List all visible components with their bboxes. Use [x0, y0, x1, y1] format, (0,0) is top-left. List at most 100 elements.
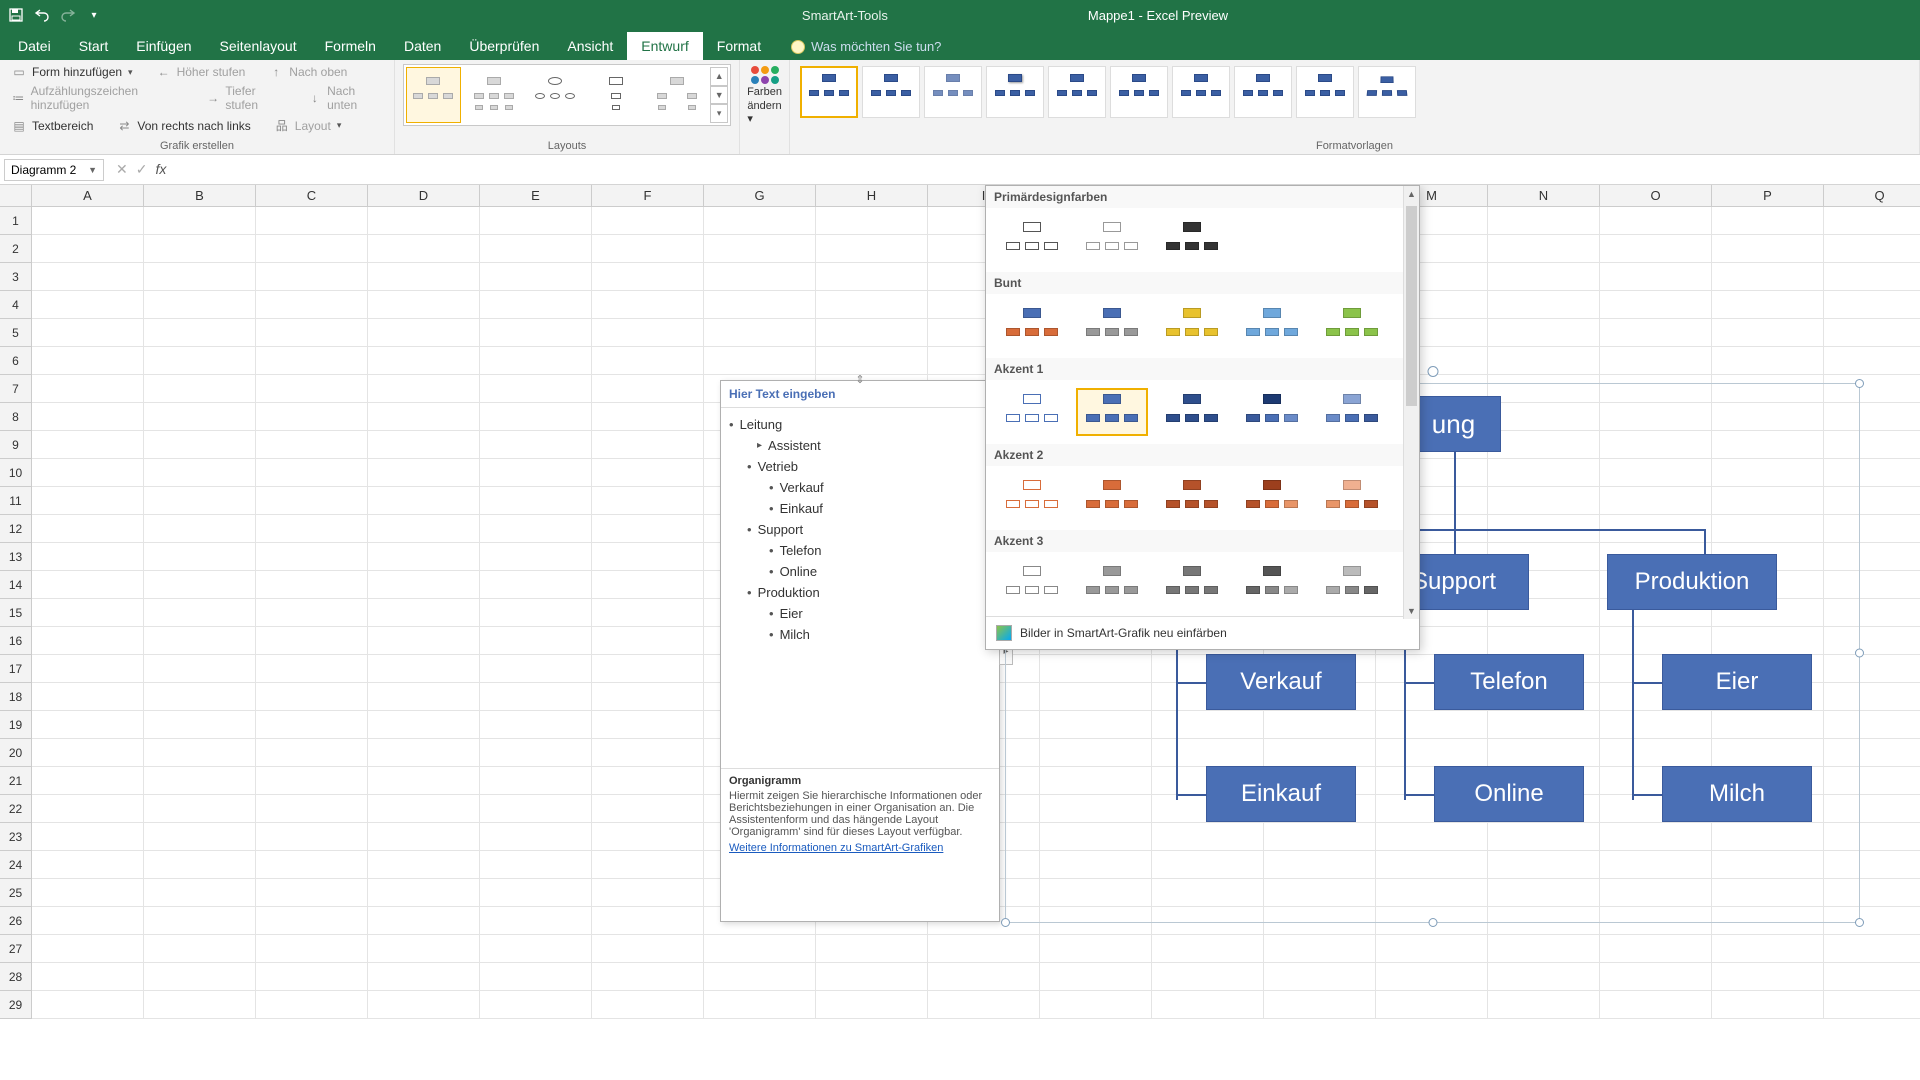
cell[interactable]	[1264, 935, 1376, 963]
move-up-button[interactable]: ↑Nach oben	[265, 64, 351, 80]
cell[interactable]	[32, 823, 144, 851]
cell[interactable]	[32, 599, 144, 627]
smartart-text-pane[interactable]: ⇕ Hier Text eingeben Leitung Assistent V…	[720, 380, 1000, 922]
cell[interactable]	[1712, 347, 1824, 375]
text-pane-body[interactable]: Leitung Assistent Vetrieb Verkauf Einkau…	[721, 408, 999, 768]
cell[interactable]	[480, 795, 592, 823]
layout-option-1[interactable]	[406, 67, 461, 123]
style-option-6[interactable]	[1110, 66, 1168, 118]
cell[interactable]	[1488, 291, 1600, 319]
cell[interactable]	[32, 487, 144, 515]
cell[interactable]	[368, 403, 480, 431]
cell[interactable]	[256, 599, 368, 627]
cell[interactable]	[32, 851, 144, 879]
cell[interactable]	[368, 543, 480, 571]
cell[interactable]	[816, 263, 928, 291]
layout-option-2[interactable]	[467, 67, 522, 123]
cell[interactable]	[592, 599, 704, 627]
cell[interactable]	[144, 683, 256, 711]
cell[interactable]	[144, 935, 256, 963]
color-opt-bunt-5[interactable]	[1316, 302, 1388, 350]
cell[interactable]	[1376, 935, 1488, 963]
cell[interactable]	[480, 767, 592, 795]
cell[interactable]	[1824, 347, 1920, 375]
scroll-down-icon[interactable]: ▼	[1404, 603, 1419, 619]
color-opt-a3-5[interactable]	[1316, 560, 1388, 608]
cell[interactable]	[480, 403, 592, 431]
cell[interactable]	[368, 235, 480, 263]
cell[interactable]	[480, 291, 592, 319]
column-header[interactable]: F	[592, 185, 704, 206]
cell[interactable]	[480, 627, 592, 655]
select-all-corner[interactable]	[0, 185, 32, 206]
cell[interactable]	[1600, 235, 1712, 263]
cell[interactable]	[32, 291, 144, 319]
row-header[interactable]: 13	[0, 543, 31, 571]
style-option-1[interactable]	[800, 66, 858, 118]
cell[interactable]	[592, 627, 704, 655]
cell[interactable]	[480, 375, 592, 403]
cell[interactable]	[592, 655, 704, 683]
cell[interactable]	[480, 487, 592, 515]
cell[interactable]	[32, 403, 144, 431]
cell[interactable]	[32, 347, 144, 375]
cell[interactable]	[816, 207, 928, 235]
tp-item-leitung[interactable]: Leitung	[729, 414, 991, 435]
style-option-8[interactable]	[1234, 66, 1292, 118]
resize-grip-icon[interactable]: ⇕	[855, 373, 864, 386]
cell[interactable]	[1824, 991, 1920, 1019]
cell[interactable]	[32, 431, 144, 459]
cell[interactable]	[592, 263, 704, 291]
cell[interactable]	[256, 375, 368, 403]
cell[interactable]	[368, 599, 480, 627]
cell[interactable]	[1824, 291, 1920, 319]
tp-item-eier[interactable]: Eier	[729, 603, 991, 624]
rtl-button[interactable]: ⇄Von rechts nach links	[113, 116, 254, 135]
node-verkauf[interactable]: Verkauf	[1206, 654, 1356, 710]
cell[interactable]	[928, 935, 1040, 963]
cell[interactable]	[480, 459, 592, 487]
tp-item-einkauf[interactable]: Einkauf	[729, 498, 991, 519]
column-header[interactable]: P	[1712, 185, 1824, 206]
row-header[interactable]: 21	[0, 767, 31, 795]
cell[interactable]	[368, 207, 480, 235]
column-header[interactable]: B	[144, 185, 256, 206]
cell[interactable]	[1488, 991, 1600, 1019]
cell[interactable]	[256, 935, 368, 963]
cell[interactable]	[592, 711, 704, 739]
node-online[interactable]: Online	[1434, 766, 1584, 822]
cell[interactable]	[1600, 319, 1712, 347]
style-option-7[interactable]	[1172, 66, 1230, 118]
tp-item-online[interactable]: Online	[729, 561, 991, 582]
move-down-button[interactable]: ↓Nach unten	[305, 83, 386, 113]
cell[interactable]	[592, 571, 704, 599]
cell[interactable]	[480, 235, 592, 263]
cell[interactable]	[32, 767, 144, 795]
row-header[interactable]: 29	[0, 991, 31, 1019]
cell[interactable]	[480, 879, 592, 907]
layout-gallery-scroll[interactable]: ▲▼▾	[710, 67, 728, 123]
color-opt-bunt-4[interactable]	[1236, 302, 1308, 350]
cell[interactable]	[1264, 991, 1376, 1019]
style-gallery[interactable]	[798, 64, 1911, 120]
cell[interactable]	[32, 739, 144, 767]
cell[interactable]	[32, 795, 144, 823]
cell[interactable]	[256, 823, 368, 851]
cell[interactable]	[144, 711, 256, 739]
worksheet-grid[interactable]: ABCDEFGHIJKLMNOPQ 1234567891011121314151…	[0, 185, 1920, 1080]
cell[interactable]	[592, 459, 704, 487]
cell[interactable]	[1152, 963, 1264, 991]
color-opt-a1-5[interactable]	[1316, 388, 1388, 436]
cell[interactable]	[256, 487, 368, 515]
cell[interactable]	[592, 515, 704, 543]
cell[interactable]	[1376, 991, 1488, 1019]
color-opt-a3-3[interactable]	[1156, 560, 1228, 608]
tab-file[interactable]: Datei	[4, 32, 65, 60]
cell[interactable]	[32, 683, 144, 711]
cell[interactable]	[480, 851, 592, 879]
cell[interactable]	[480, 543, 592, 571]
row-header[interactable]: 4	[0, 291, 31, 319]
tab-view[interactable]: Ansicht	[553, 32, 627, 60]
cell[interactable]	[592, 767, 704, 795]
cell[interactable]	[32, 235, 144, 263]
